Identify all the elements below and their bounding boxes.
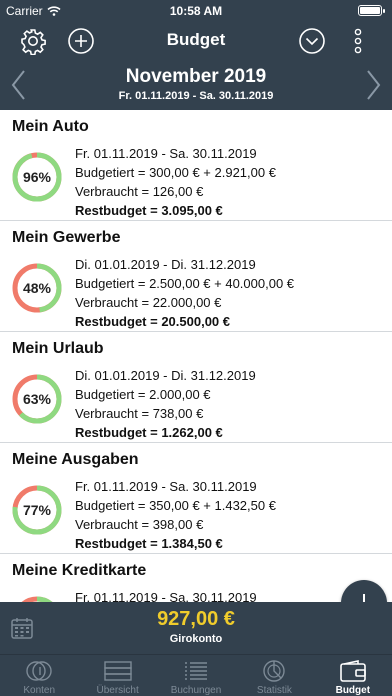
budget-percent: 48%: [22, 280, 52, 296]
status-bar: Carrier 10:58 AM: [0, 0, 392, 22]
budget-list[interactable]: Mein Auto 96% Fr. 01.11.2019 - Sa. 30.11…: [0, 110, 392, 602]
battery-icon: [358, 5, 385, 16]
dropdown-button[interactable]: [297, 26, 327, 56]
page-title: Budget: [166, 30, 226, 49]
budget-name: Meine Kreditkarte: [12, 562, 147, 579]
budget-spent: Verbraucht = 738,00 €: [75, 406, 204, 421]
budget-budgeted: Budgetiert = 300,00 € + 2.921,00 €: [75, 165, 276, 180]
budget-rest: Restbudget = 1.384,50 €: [75, 536, 223, 551]
tab-buchungen[interactable]: Buchungen: [157, 655, 235, 696]
tab-bar: Konten Übersicht Buchungen Statistik Bud…: [0, 654, 392, 696]
budget-spent: Verbraucht = 22.000,00 €: [75, 295, 222, 310]
tab-label: Konten: [23, 685, 56, 696]
budget-rest: Restbudget = 3.095,00 €: [75, 203, 223, 218]
budget-details: Fr. 01.11.2019 - Sa. 30.11.2019: [75, 588, 257, 602]
app-header: Budget November 2019 Fr. 01.11.2019 - Sa…: [0, 22, 392, 110]
tab-uebersicht[interactable]: Übersicht: [78, 655, 156, 696]
budget-dates: Fr. 01.11.2019 - Sa. 30.11.2019: [75, 479, 257, 494]
budget-percent: [10, 594, 64, 602]
budget-item[interactable]: Mein Gewerbe 48% Di. 01.01.2019 - Di. 31…: [0, 221, 392, 332]
wallet-icon: [339, 658, 367, 683]
budget-name: Mein Urlaub: [12, 340, 104, 357]
more-button[interactable]: [348, 26, 368, 56]
budget-item[interactable]: Mein Auto 96% Fr. 01.11.2019 - Sa. 30.11…: [0, 110, 392, 221]
account-bar[interactable]: 927,00 € Girokonto: [0, 602, 392, 654]
account-balance: 927,00 €: [157, 608, 235, 630]
budget-budgeted: Budgetiert = 350,00 € + 1.432,50 €: [75, 498, 276, 513]
tab-statistik[interactable]: Statistik: [235, 655, 313, 696]
budget-item[interactable]: Meine Kreditkarte Fr. 01.11.2019 - Sa. 3…: [0, 554, 392, 602]
period-month: November 2019: [125, 66, 267, 87]
budget-details: Di. 01.01.2019 - Di. 31.12.2019 Budgetie…: [75, 366, 256, 442]
budget-percent: 96%: [22, 169, 52, 185]
tab-label: Statistik: [256, 685, 292, 696]
budget-details: Di. 01.01.2019 - Di. 31.12.2019 Budgetie…: [75, 255, 294, 331]
tab-label: Budget: [335, 685, 371, 696]
tab-konten[interactable]: Konten: [0, 655, 78, 696]
tab-label: Buchungen: [170, 685, 222, 696]
budget-dates: Fr. 01.11.2019 - Sa. 30.11.2019: [75, 146, 257, 161]
coins-icon: [25, 658, 53, 683]
tab-budget[interactable]: Budget: [314, 655, 392, 696]
period-range: Fr. 01.11.2019 - Sa. 30.11.2019: [118, 90, 274, 102]
chevron-down-circle-icon: [299, 28, 325, 54]
budget-dates: Fr. 01.11.2019 - Sa. 30.11.2019: [75, 590, 257, 602]
budget-spent: Verbraucht = 398,00 €: [75, 517, 204, 532]
status-time: 10:58 AM: [169, 4, 223, 18]
budget-rest: Restbudget = 1.262,00 €: [75, 425, 223, 440]
budget-name: Mein Gewerbe: [12, 229, 121, 246]
next-month-button[interactable]: [362, 68, 386, 102]
pie-chart-icon: [260, 658, 288, 683]
budget-name: Meine Ausgaben: [12, 451, 139, 468]
budget-item[interactable]: Mein Urlaub 63% Di. 01.01.2019 - Di. 31.…: [0, 332, 392, 443]
budget-item[interactable]: Meine Ausgaben 77% Fr. 01.11.2019 - Sa. …: [0, 443, 392, 554]
budget-details: Fr. 01.11.2019 - Sa. 30.11.2019 Budgetie…: [75, 144, 276, 220]
list-icon: [182, 658, 210, 683]
budget-name: Mein Auto: [12, 118, 89, 135]
budget-percent: 63%: [22, 391, 52, 407]
more-vertical-icon: [354, 28, 362, 54]
budget-rest: Restbudget = 20.500,00 €: [75, 314, 230, 329]
budget-budgeted: Budgetiert = 2.500,00 € + 40.000,00 €: [75, 276, 295, 291]
budget-dates: Di. 01.01.2019 - Di. 31.12.2019: [75, 257, 256, 272]
chevron-right-icon: [367, 70, 381, 100]
budget-budgeted: Budgetiert = 2.000,00 €: [75, 387, 211, 402]
budget-spent: Verbraucht = 126,00 €: [75, 184, 204, 199]
budget-percent: 77%: [22, 502, 52, 518]
overview-icon: [103, 658, 132, 683]
budget-dates: Di. 01.01.2019 - Di. 31.12.2019: [75, 368, 256, 383]
tab-label: Übersicht: [96, 685, 139, 696]
budget-details: Fr. 01.11.2019 - Sa. 30.11.2019 Budgetie…: [75, 477, 276, 553]
account-name: Girokonto: [169, 633, 223, 645]
